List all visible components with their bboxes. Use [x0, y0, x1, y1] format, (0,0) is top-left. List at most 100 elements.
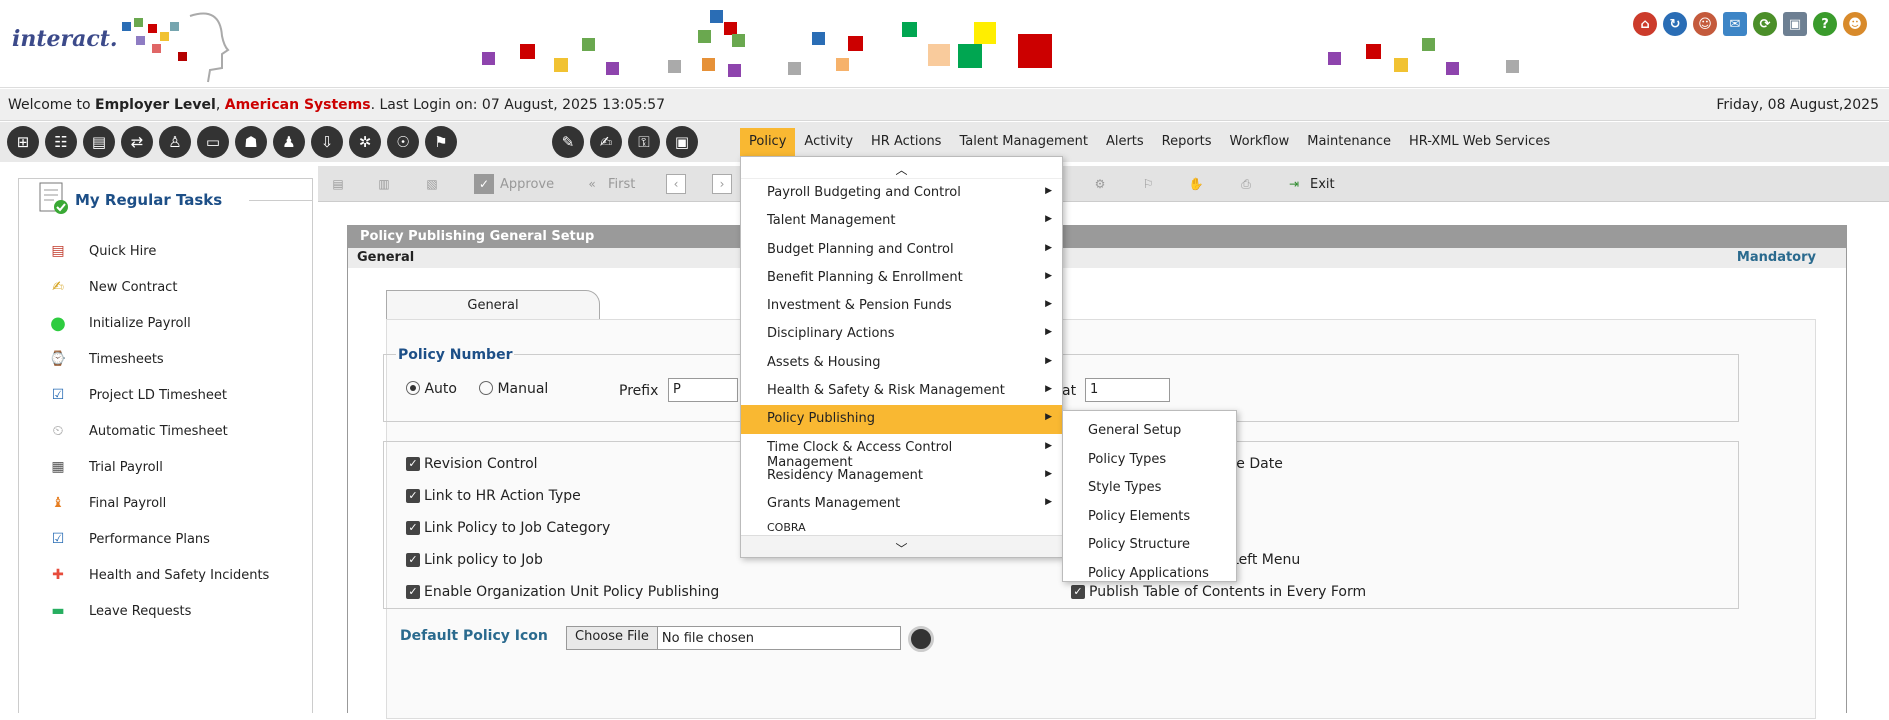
submenu-policy-types[interactable]: Policy Types: [1063, 446, 1236, 475]
task-final-payroll[interactable]: ♝ Final Payroll: [47, 488, 167, 518]
radio-manual[interactable]: Manual: [479, 381, 548, 397]
network-icon[interactable]: ✲: [349, 126, 381, 158]
download-person-icon[interactable]: ⇩: [311, 126, 343, 158]
stamp-button[interactable]: ⚐: [1138, 172, 1164, 196]
checkbox-link-policy-job[interactable]: ✓ Link policy to Job: [406, 552, 543, 568]
submenu-general-setup[interactable]: General Setup: [1063, 417, 1236, 446]
exit-button[interactable]: ⇥ Exit: [1284, 172, 1335, 196]
menu-maintenance[interactable]: Maintenance: [1298, 128, 1400, 156]
prefix-input[interactable]: P: [668, 378, 738, 402]
group-icon[interactable]: ☷: [45, 126, 77, 158]
user-icon[interactable]: ☺: [1693, 12, 1717, 36]
approve-button[interactable]: ✓ Approve: [474, 172, 554, 196]
sync-icon[interactable]: ↻: [1663, 12, 1687, 36]
dropdown-item-policy-publishing[interactable]: Policy Publishing ▶: [741, 405, 1062, 434]
task-quick-hire[interactable]: ▤ Quick Hire: [47, 236, 156, 266]
delete-button[interactable]: ▧: [422, 172, 448, 196]
radio-auto[interactable]: Auto: [406, 381, 457, 397]
no-file-text: No file chosen: [661, 630, 754, 646]
menu-alerts[interactable]: Alerts: [1097, 128, 1153, 156]
task-performance-plans[interactable]: ☑ Performance Plans: [47, 524, 210, 554]
radio-auto-indicator[interactable]: [406, 381, 420, 395]
choose-file-button[interactable]: Choose File: [567, 627, 658, 649]
dropdown-item[interactable]: Benefit Planning & Enrollment ▶: [741, 264, 1062, 292]
dropdown-item[interactable]: Budget Planning and Control ▶: [741, 236, 1062, 264]
radio-manual-indicator[interactable]: [479, 381, 493, 395]
next-button[interactable]: ›: [712, 172, 738, 196]
task-new-contract[interactable]: ✍ New Contract: [47, 272, 177, 302]
id-card-icon[interactable]: ▣: [666, 126, 698, 158]
chevron-right-icon: ▶: [1045, 468, 1052, 479]
menu-policy[interactable]: Policy: [740, 128, 796, 156]
dropdown-item-partial[interactable]: COBRA: [741, 519, 1062, 533]
submenu-style-types[interactable]: Style Types: [1063, 474, 1236, 503]
tab-general[interactable]: General: [386, 290, 600, 320]
checkbox-org-unit-publishing[interactable]: ✓ Enable Organization Unit Policy Publish…: [406, 584, 719, 600]
menu-talent-management[interactable]: Talent Management: [950, 128, 1096, 156]
checkbox-revision-control[interactable]: ✓ Revision Control: [406, 456, 538, 472]
employee-card-icon[interactable]: ▤: [83, 126, 115, 158]
computer-icon[interactable]: ▣: [1783, 12, 1807, 36]
dropdown-item[interactable]: Residency Management ▶: [741, 462, 1062, 490]
scroll-up-icon[interactable]: ︿: [741, 157, 1062, 179]
policy-publishing-submenu: General Setup Policy Types Style Types P…: [1062, 410, 1237, 582]
save-button[interactable]: ▥: [374, 172, 400, 196]
task-project-ld-timesheet[interactable]: ☑ Project LD Timesheet: [47, 380, 227, 410]
attach-button[interactable]: ⚙: [1090, 172, 1116, 196]
edit-document-icon[interactable]: ✎: [552, 126, 584, 158]
dropdown-item[interactable]: Grants Management ▶: [741, 490, 1062, 518]
highlight-button[interactable]: ✋: [1186, 172, 1212, 196]
document-icon[interactable]: ▭: [197, 126, 229, 158]
interact-logo[interactable]: interact.: [10, 12, 230, 83]
scroll-down-icon[interactable]: ﹀: [741, 535, 1062, 557]
family-icon[interactable]: ☗: [235, 126, 267, 158]
dropdown-item[interactable]: Health & Safety & Risk Management ▶: [741, 377, 1062, 405]
checklist-icon: ☑: [51, 387, 65, 403]
last-login: . Last Login on: 07 August, 2025 13:05:5…: [370, 97, 666, 113]
home-icon[interactable]: ⌂: [1633, 12, 1657, 36]
lock-person-icon[interactable]: ⚿: [628, 126, 660, 158]
new-record-button[interactable]: ▤: [328, 172, 354, 196]
menu-hr-xml-web-services[interactable]: HR-XML Web Services: [1400, 128, 1559, 156]
menu-activity[interactable]: Activity: [795, 128, 862, 156]
notes-icon[interactable]: ✍: [590, 126, 622, 158]
print-button[interactable]: ⎙: [1236, 172, 1262, 196]
profile-icon[interactable]: ☻: [1843, 12, 1867, 36]
checkbox-link-hr-action-type[interactable]: ✓ Link to HR Action Type: [406, 488, 581, 504]
previous-button[interactable]: ‹: [666, 172, 692, 196]
checkbox-link-job-category[interactable]: ✓ Link Policy to Job Category: [406, 520, 610, 536]
menu-reports[interactable]: Reports: [1153, 128, 1221, 156]
org-chart-icon[interactable]: ⊞: [7, 126, 39, 158]
start-number-input[interactable]: 1: [1085, 378, 1170, 402]
task-health-safety-incidents[interactable]: ✚ Health and Safety Incidents: [47, 560, 269, 590]
person-icon[interactable]: ♙: [159, 126, 191, 158]
submenu-policy-elements[interactable]: Policy Elements: [1063, 503, 1236, 532]
dropdown-item[interactable]: Talent Management ▶: [741, 207, 1062, 235]
task-initialize-payroll[interactable]: ● Initialize Payroll: [47, 308, 191, 338]
file-input[interactable]: Choose File No file chosen: [566, 626, 901, 650]
submenu-policy-structure[interactable]: Policy Structure: [1063, 531, 1236, 560]
refresh-icon[interactable]: ⟳: [1753, 12, 1777, 36]
menu-hr-actions[interactable]: HR Actions: [862, 128, 950, 156]
mail-icon[interactable]: ✉: [1723, 12, 1747, 36]
submenu-policy-applications[interactable]: Policy Applications: [1063, 560, 1236, 589]
desk-icon[interactable]: ⚑: [425, 126, 457, 158]
dropdown-item[interactable]: Disciplinary Actions ▶: [741, 320, 1062, 348]
help-icon[interactable]: ?: [1813, 12, 1837, 36]
couple-icon[interactable]: ♟: [273, 126, 305, 158]
dropdown-item[interactable]: Assets & Housing ▶: [741, 349, 1062, 377]
welcome-separator: ,: [215, 97, 221, 113]
task-automatic-timesheet[interactable]: ⏲ Automatic Timesheet: [47, 416, 228, 446]
dropdown-item[interactable]: Time Clock & Access Control Management ▶: [741, 434, 1062, 470]
task-trial-payroll[interactable]: ▦ Trial Payroll: [47, 452, 162, 482]
menu-workflow[interactable]: Workflow: [1221, 128, 1299, 156]
presenter-icon[interactable]: ☉: [387, 126, 419, 158]
transfer-icon[interactable]: ⇄: [121, 126, 153, 158]
task-leave-requests[interactable]: ▬ Leave Requests: [47, 596, 191, 626]
dropdown-item[interactable]: Investment & Pension Funds ▶: [741, 292, 1062, 320]
current-date: Friday, 08 August,2025: [1716, 97, 1879, 113]
first-button[interactable]: «First: [582, 172, 635, 196]
task-timesheets[interactable]: ⌚ Timesheets: [47, 344, 163, 374]
dropdown-item[interactable]: Payroll Budgeting and Control ▶: [741, 179, 1062, 207]
previous-icon: ‹: [666, 174, 686, 194]
